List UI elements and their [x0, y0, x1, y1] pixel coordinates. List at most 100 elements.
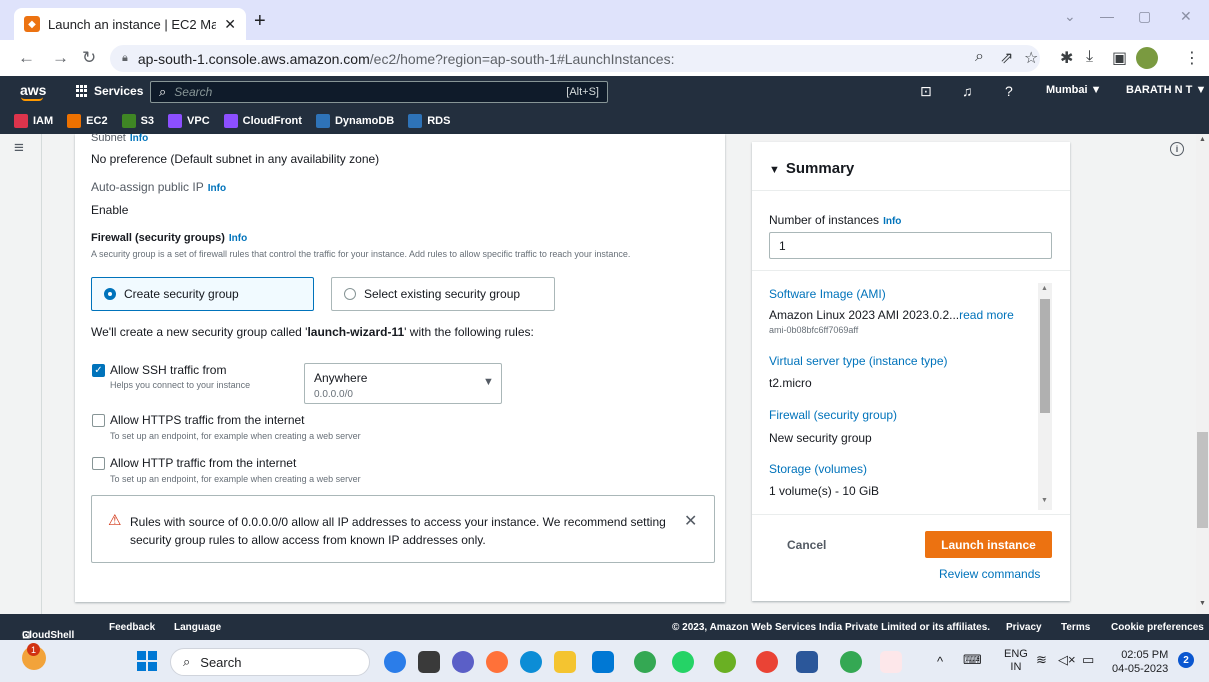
chrome-alt-icon[interactable] [840, 651, 862, 673]
cloudshell-icon[interactable]: ⊡ [920, 83, 932, 100]
browser-tab[interactable]: ◆ Launch an instance | EC2 Manage ✕ [14, 8, 246, 40]
notification-badge[interactable]: 2 [1178, 652, 1194, 668]
snipping-tool-icon[interactable] [880, 651, 902, 673]
create-security-group-option[interactable]: Create security group [91, 277, 314, 311]
help-icon[interactable]: ? [1005, 83, 1013, 99]
notifications-bell-icon[interactable]: ♫ [962, 83, 973, 99]
app-green-icon[interactable] [714, 651, 736, 673]
task-view-icon[interactable] [418, 651, 440, 673]
storage-link[interactable]: Storage (volumes) [769, 462, 867, 476]
subnet-info-link[interactable]: Info [130, 133, 148, 144]
feedback-link[interactable]: Feedback [109, 622, 155, 633]
cookie-preferences-link[interactable]: Cookie preferences [1111, 622, 1204, 633]
tray-chevron-up-icon[interactable]: ^ [937, 654, 943, 669]
info-panel-icon[interactable]: i [1170, 142, 1184, 156]
chevron-down-icon[interactable]: ⌄ [1064, 8, 1076, 25]
auto-ip-info-link[interactable]: Info [208, 183, 226, 194]
forward-arrow-icon[interactable]: → [52, 48, 69, 68]
fav-ec2[interactable]: EC2 [67, 114, 108, 128]
menu-kebab-icon[interactable]: ⋮ [1184, 48, 1200, 68]
restore-button[interactable]: ▢ [1138, 8, 1151, 25]
account-menu[interactable]: BARATH N T ▼ [1126, 84, 1206, 96]
edge-icon[interactable] [520, 651, 542, 673]
zoom-icon[interactable]: ⌕ [975, 48, 984, 66]
scroll-up-icon[interactable]: ▲ [1041, 285, 1048, 292]
dynamodb-icon [315, 114, 330, 128]
url-path: /ec2/home?region=ap-south-1#LaunchInstan… [369, 50, 675, 67]
firewall-summary-link[interactable]: Firewall (security group) [769, 408, 897, 422]
chrome-icon[interactable] [756, 651, 778, 673]
language-link[interactable]: Language [174, 622, 221, 633]
lock-icon: 🔒︎ [122, 52, 128, 64]
caret-down-icon: ▼ [769, 164, 780, 176]
launch-instance-button[interactable]: Launch instance [925, 531, 1052, 558]
ssh-source-select[interactable]: Anywhere 0.0.0.0/0 ▼ [304, 363, 502, 404]
taskbar-search-input[interactable]: ⌕ Search [170, 648, 370, 676]
keyboard-icon[interactable]: ⌨ [963, 652, 982, 668]
instance-type-link[interactable]: Virtual server type (instance type) [769, 354, 948, 368]
bing-app-icon[interactable] [384, 651, 406, 673]
select-existing-security-group-option[interactable]: Select existing security group [331, 277, 555, 311]
extensions-icon[interactable]: ✱ [1060, 48, 1073, 68]
read-more-link[interactable]: read more [959, 308, 1014, 322]
fav-vpc[interactable]: VPC [168, 114, 210, 128]
profile-avatar[interactable] [1136, 47, 1158, 69]
review-commands-link[interactable]: Review commands [939, 567, 1040, 581]
back-arrow-icon[interactable]: ← [18, 48, 35, 68]
fav-rds[interactable]: RDS [408, 114, 450, 128]
new-tab-button[interactable]: + [254, 10, 266, 33]
fav-dynamodb[interactable]: DynamoDB [315, 114, 394, 128]
allow-ssh-checkbox[interactable]: ✓ [92, 364, 105, 377]
windows-start-icon[interactable] [137, 651, 157, 671]
fav-s3[interactable]: S3 [121, 114, 154, 128]
terms-link[interactable]: Terms [1061, 622, 1090, 633]
bookmark-star-icon[interactable]: ☆ [1024, 48, 1038, 68]
language-indicator[interactable]: ENG IN [1004, 648, 1028, 674]
instances-info-link[interactable]: Info [883, 216, 901, 227]
summary-scroll-thumb[interactable] [1040, 299, 1050, 413]
word-icon[interactable] [796, 651, 818, 673]
hamburger-menu-icon[interactable]: ≡ [14, 138, 24, 158]
instances-count-input[interactable]: 1 [769, 232, 1052, 259]
fav-iam[interactable]: IAM [14, 114, 53, 128]
allow-http-checkbox[interactable] [92, 457, 105, 470]
instances-count-label: Number of instances Info [769, 213, 902, 227]
volume-icon[interactable]: ◁× [1058, 652, 1076, 668]
store-icon[interactable] [592, 651, 614, 673]
allow-https-checkbox[interactable] [92, 414, 105, 427]
services-button[interactable]: Services [76, 84, 143, 98]
ami-label-link[interactable]: Software Image (AMI) [769, 287, 886, 301]
aws-logo[interactable]: aws [20, 82, 46, 98]
s3-icon [121, 114, 136, 128]
page-scroll-down-icon[interactable]: ▼ [1199, 600, 1206, 607]
download-icon[interactable]: ⤓ [1086, 48, 1093, 66]
summary-scrollbar[interactable]: ▲ ▼ [1038, 283, 1052, 510]
file-explorer-icon[interactable] [554, 651, 576, 673]
clock[interactable]: 02:05 PM 04-05-2023 [1112, 648, 1168, 676]
close-icon[interactable]: ✕ [224, 16, 236, 33]
battery-icon[interactable]: ▭ [1082, 652, 1094, 668]
share-icon[interactable]: ⇗ [1000, 48, 1013, 68]
aws-search-input[interactable]: ⌕ Search [Alt+S] [150, 81, 608, 103]
url-input[interactable]: 🔒︎ ap-south-1.console.aws.amazon.com/ec2… [110, 45, 1040, 72]
region-selector[interactable]: Mumbai ▼ [1046, 84, 1102, 96]
teams-icon[interactable] [452, 651, 474, 673]
sidepanel-icon[interactable]: ▣ [1112, 48, 1127, 68]
reload-icon[interactable]: ↻ [82, 48, 96, 68]
firewall-info-link[interactable]: Info [229, 233, 247, 244]
whatsapp-icon[interactable] [672, 651, 694, 673]
page-scroll-thumb[interactable] [1197, 432, 1208, 528]
wifi-icon[interactable]: ≋ [1036, 652, 1047, 668]
minimize-button[interactable]: — [1100, 8, 1114, 24]
page-scroll-up-icon[interactable]: ▲ [1199, 136, 1206, 143]
summary-heading[interactable]: ▼ Summary [769, 160, 854, 177]
close-window-button[interactable]: ✕ [1180, 8, 1192, 25]
fav-cloudfront[interactable]: CloudFront [223, 114, 302, 128]
privacy-link[interactable]: Privacy [1006, 622, 1042, 633]
scroll-down-icon[interactable]: ▼ [1041, 497, 1048, 504]
cancel-button[interactable]: Cancel [787, 538, 826, 552]
firefox-icon[interactable] [486, 651, 508, 673]
chrome-profile-icon[interactable] [634, 651, 656, 673]
dismiss-alert-icon[interactable]: ✕ [684, 511, 697, 531]
page-scrollbar[interactable]: ▲ ▼ [1196, 134, 1209, 614]
